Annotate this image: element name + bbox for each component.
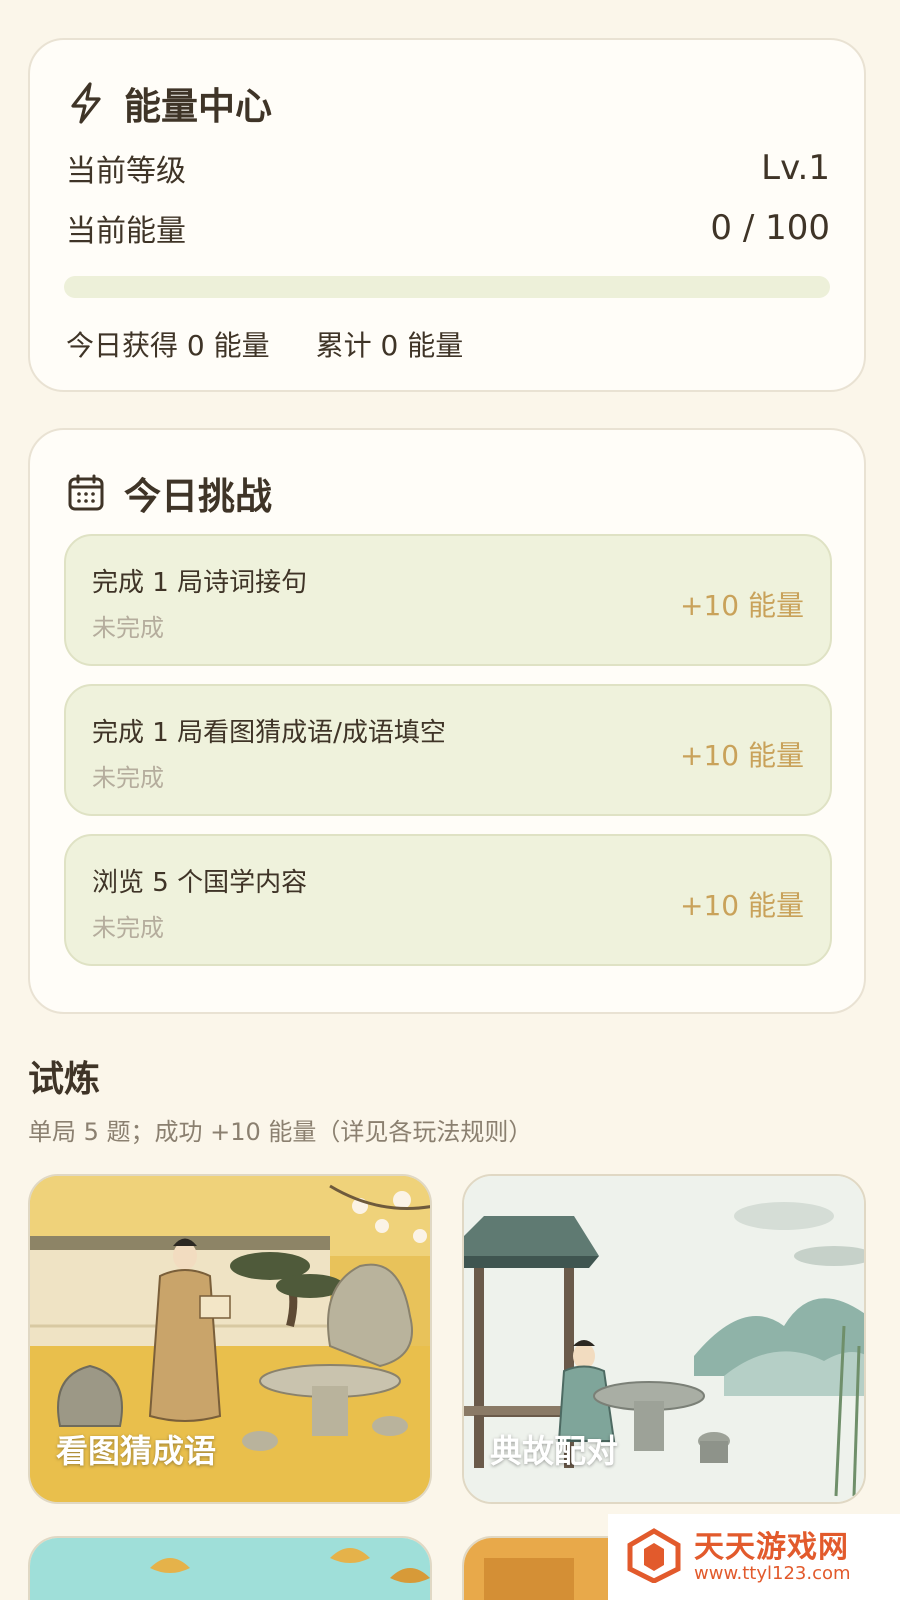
- task-reward: +10 能量: [680, 889, 804, 922]
- watermark-text: 天天游戏网 www.ttyl123.com: [694, 1531, 851, 1584]
- game-tile-partial[interactable]: [28, 1536, 432, 1600]
- watermark-url: www.ttyl123.com: [694, 1562, 851, 1584]
- watermark-title: 天天游戏网: [694, 1529, 849, 1565]
- lightning-icon: [66, 81, 106, 125]
- energy-center-title: 能量中心: [124, 85, 272, 128]
- daily-challenge-title: 今日挑战: [124, 475, 272, 518]
- daily-challenge-card: 今日挑战 完成 1 局诗词接句 未完成 +10 能量 完成 1 局看图猜成语/成…: [28, 428, 866, 1014]
- energy-progress-bar: [64, 276, 830, 298]
- task-status: 未完成: [92, 614, 164, 642]
- today-earned: 今日获得 0 能量: [66, 329, 270, 362]
- trials-subtitle: 单局 5 题；成功 +10 能量（详见各玩法规则）: [28, 1118, 533, 1146]
- level-row: 当前等级 Lv.1: [66, 146, 830, 190]
- task-title: 完成 1 局诗词接句: [92, 568, 308, 598]
- watermark-logo-icon: [626, 1527, 682, 1587]
- task-item[interactable]: 完成 1 局看图猜成语/成语填空 未完成 +10 能量: [64, 684, 832, 816]
- task-reward: +10 能量: [680, 739, 804, 772]
- energy-center-card: 能量中心 当前等级 Lv.1 当前能量 0 / 100 今日获得 0 能量 累计…: [28, 38, 866, 392]
- task-reward: +10 能量: [680, 589, 804, 622]
- task-status: 未完成: [92, 914, 164, 942]
- energy-stats: 今日获得 0 能量 累计 0 能量: [66, 324, 463, 364]
- game-label-allusion-match: 典故配对: [490, 1432, 619, 1470]
- energy-label: 当前能量: [66, 214, 186, 249]
- task-item[interactable]: 浏览 5 个国学内容 未完成 +10 能量: [64, 834, 832, 966]
- task-status: 未完成: [92, 764, 164, 792]
- game-tile-guess-idiom[interactable]: 看图猜成语: [28, 1174, 432, 1504]
- energy-center-header: 能量中心: [66, 76, 272, 130]
- task-title: 浏览 5 个国学内容: [92, 868, 308, 898]
- level-label: 当前等级: [66, 154, 186, 189]
- energy-row: 当前能量 0 / 100: [66, 206, 830, 250]
- game-label-guess-idiom: 看图猜成语: [56, 1432, 217, 1470]
- daily-challenge-header: 今日挑战: [66, 466, 272, 520]
- site-watermark: 天天游戏网 www.ttyl123.com: [608, 1514, 900, 1600]
- calendar-icon: [66, 473, 106, 513]
- game-tile-allusion-match[interactable]: 典故配对: [462, 1174, 866, 1504]
- task-title: 完成 1 局看图猜成语/成语填空: [92, 718, 446, 748]
- energy-value: 0 / 100: [710, 208, 830, 248]
- trials-title: 试炼: [28, 1059, 101, 1100]
- ginkgo-illustration: [30, 1538, 430, 1600]
- level-value: Lv.1: [761, 148, 830, 188]
- task-item[interactable]: 完成 1 局诗词接句 未完成 +10 能量: [64, 534, 832, 666]
- total-earned: 累计 0 能量: [315, 329, 464, 362]
